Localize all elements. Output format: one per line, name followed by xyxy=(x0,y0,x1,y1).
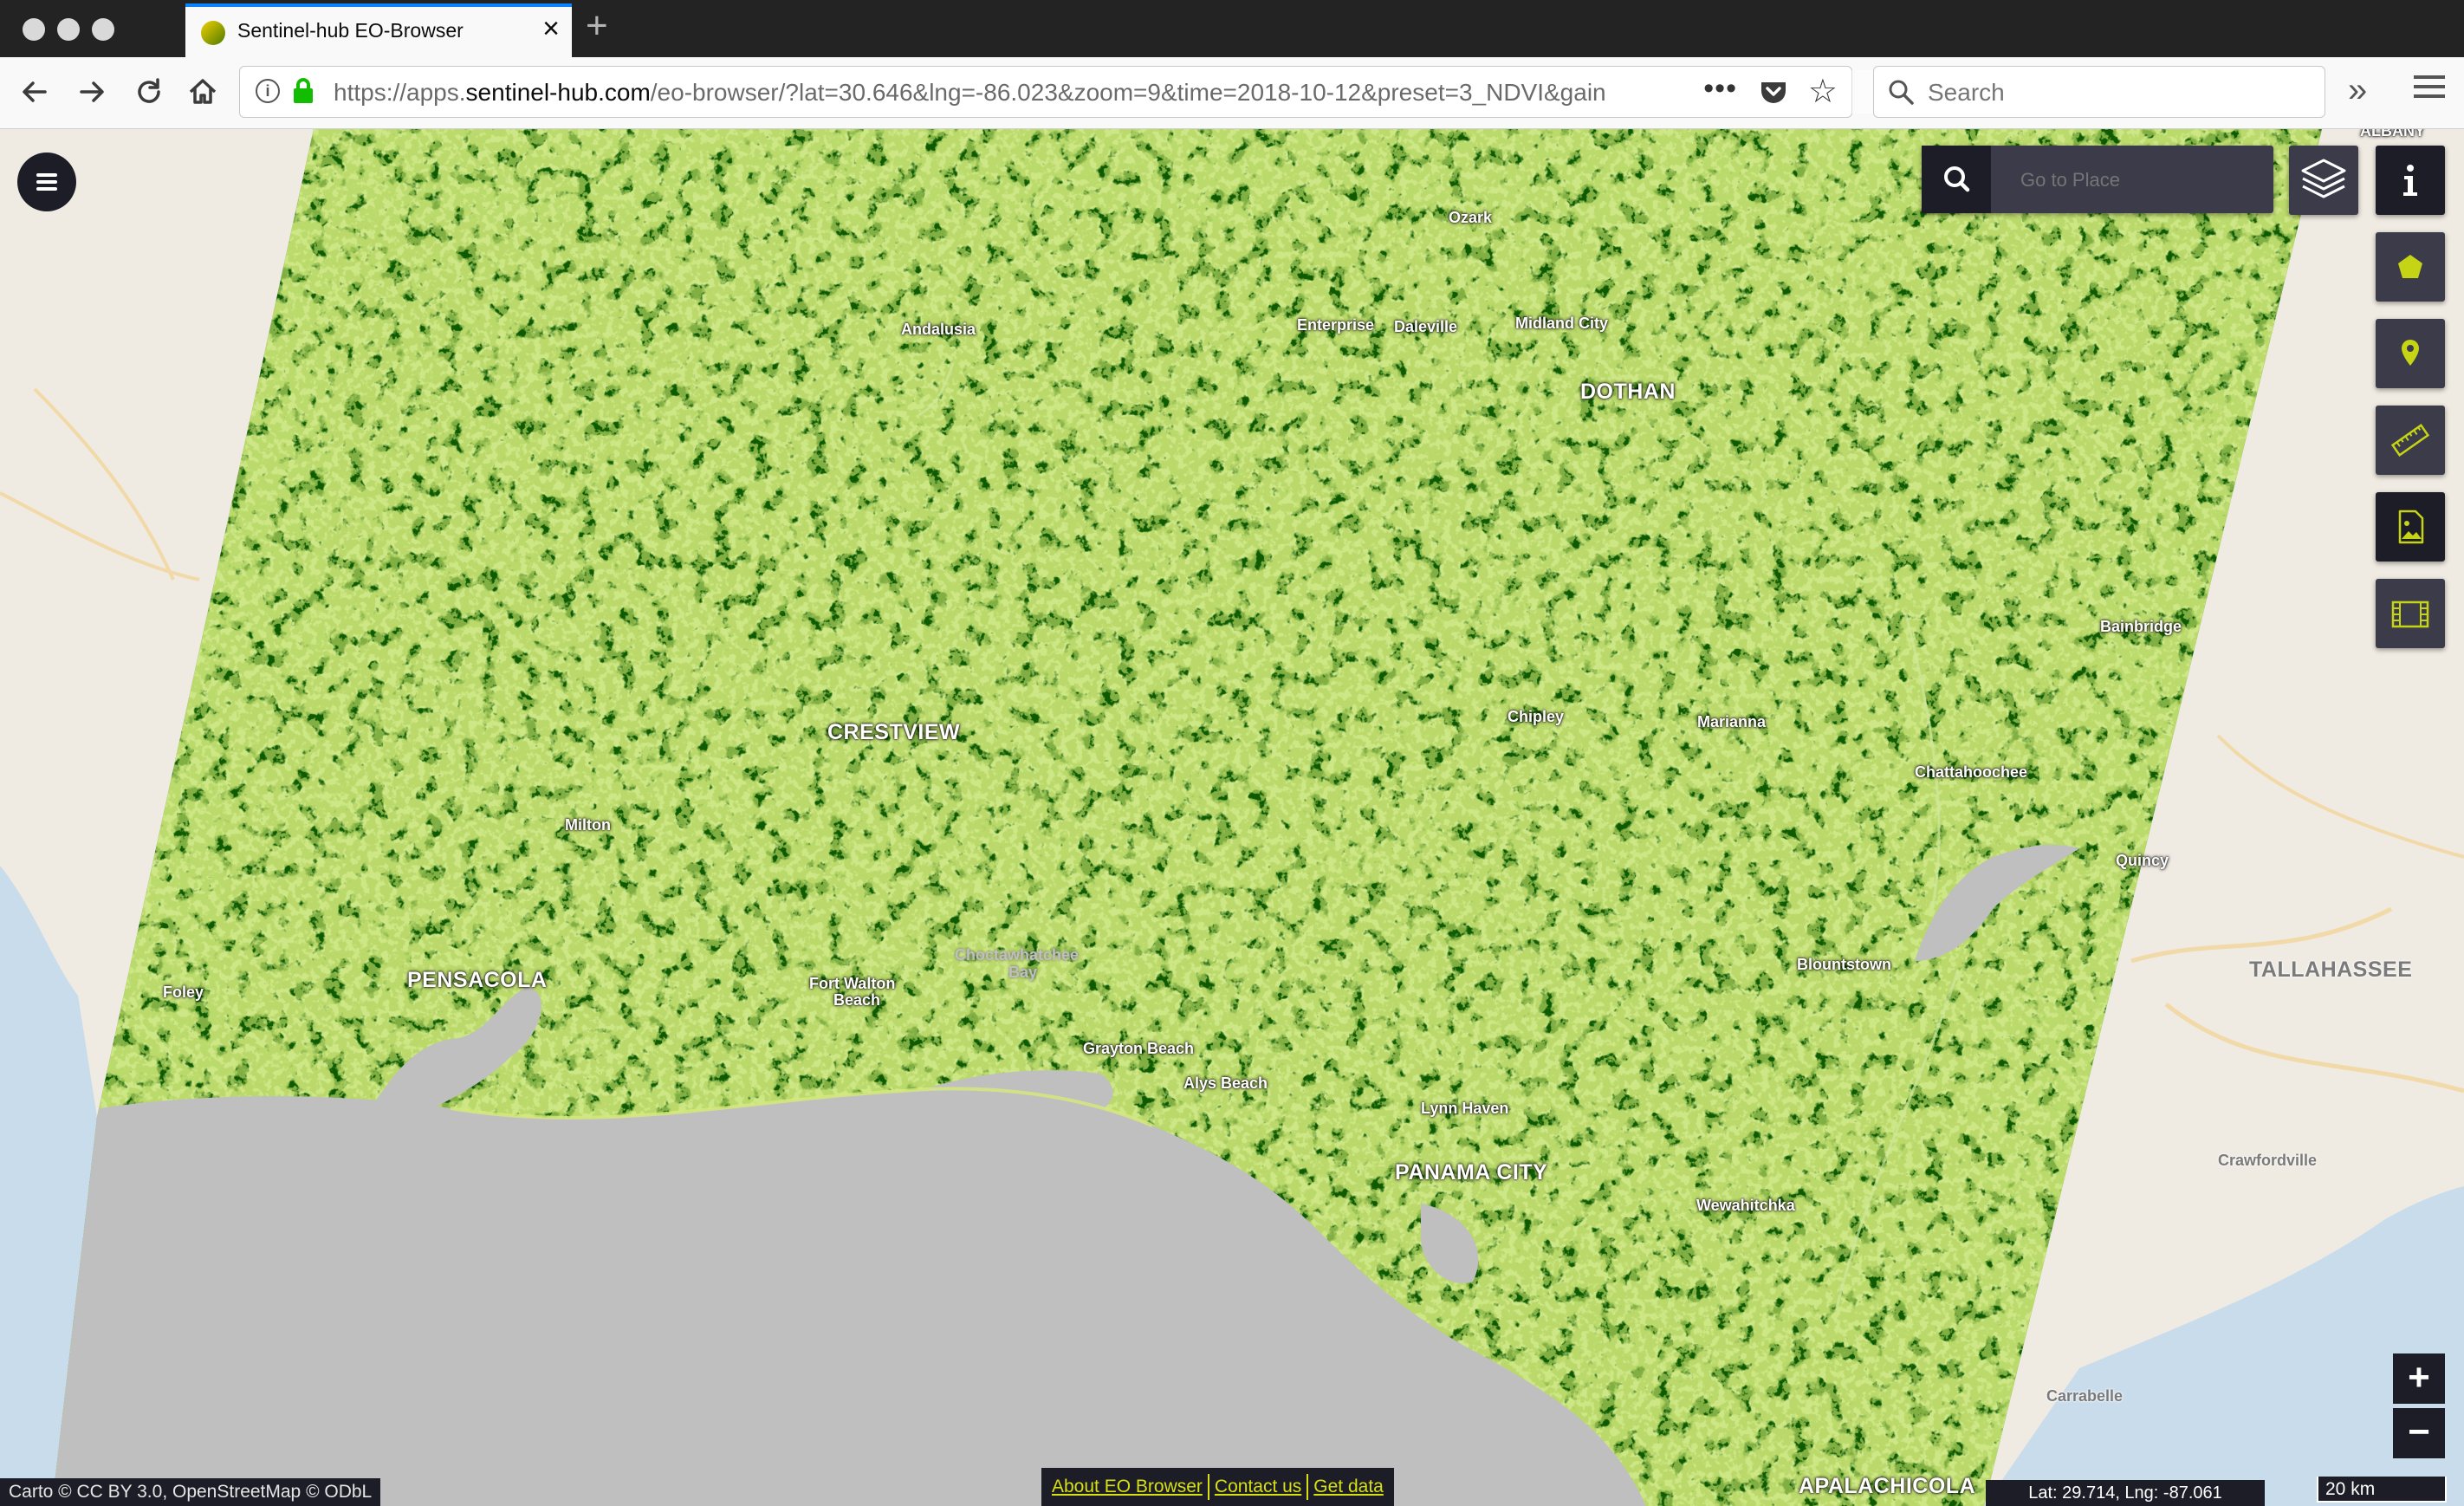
place-label: Beach xyxy=(833,991,881,1009)
site-info-icon[interactable]: i xyxy=(256,79,280,103)
measure-button[interactable] xyxy=(2376,406,2445,475)
browser-tab-bar: Sentinel-hub EO-Browser × + xyxy=(0,0,2464,57)
place-label: Ozark xyxy=(1449,209,1493,226)
secure-lock-icon[interactable] xyxy=(292,77,314,105)
map-pin-icon xyxy=(2402,340,2419,366)
place-label: Quincy xyxy=(2116,852,2169,869)
tab-close-icon[interactable]: × xyxy=(542,14,560,43)
window-close-button[interactable] xyxy=(23,18,45,41)
url-bar[interactable]: i https://apps.sentinel-hub.com/eo-brows… xyxy=(239,66,1955,118)
place-label: Alys Beach xyxy=(1183,1074,1268,1092)
film-strip-icon xyxy=(2391,600,2429,628)
cursor-coordinates: Lat: 29.714, Lng: -87.061 xyxy=(1986,1480,2265,1506)
place-label: Choctawhatchee xyxy=(955,946,1080,964)
reload-icon[interactable] xyxy=(132,75,166,109)
bookmark-star-icon[interactable]: ☆ xyxy=(1808,72,1838,111)
go-to-place-search-button[interactable] xyxy=(1922,146,1991,213)
place-label: Grayton Beach xyxy=(1083,1040,1195,1057)
draw-polygon-button[interactable] xyxy=(2376,232,2445,302)
layers-button[interactable] xyxy=(2289,146,2358,215)
place-label: Enterprise xyxy=(1297,316,1375,334)
place-label: CRESTVIEW xyxy=(827,720,961,744)
browser-search-bar[interactable] xyxy=(1873,66,2325,118)
map-attribution: Carto © CC BY 3.0, OpenStreetMap © ODbL xyxy=(0,1478,381,1506)
place-label: Blountstown xyxy=(1797,956,1891,973)
pentagon-icon xyxy=(2398,255,2422,278)
place-label: Crawfordville xyxy=(2218,1152,2318,1169)
info-button[interactable] xyxy=(2376,146,2445,215)
place-label: ALBANY xyxy=(2360,129,2425,140)
place-label: Fort Walton xyxy=(809,975,896,992)
contact-us-link[interactable]: Contact us xyxy=(1209,1477,1307,1497)
sentinel-hub-favicon-icon xyxy=(201,21,225,45)
place-label: TALLAHASSEE xyxy=(2249,957,2413,982)
place-label: Wewahitchka xyxy=(1696,1197,1795,1214)
info-icon xyxy=(2403,165,2417,196)
place-label: Carrabelle xyxy=(2046,1387,2124,1405)
search-icon xyxy=(1944,166,1970,192)
place-label: Midland City xyxy=(1515,315,1608,332)
place-label: Chipley xyxy=(1508,708,1565,725)
overflow-chevron-icon[interactable]: » xyxy=(2348,71,2367,110)
place-label: Andalusia xyxy=(901,321,976,338)
search-icon xyxy=(1889,80,1914,105)
app-menu-button[interactable] xyxy=(17,153,76,211)
window-zoom-button[interactable] xyxy=(92,18,114,41)
get-data-link[interactable]: Get data xyxy=(1308,1477,1389,1497)
place-label: PENSACOLA xyxy=(407,968,548,992)
zoom-out-button[interactable]: − xyxy=(2393,1408,2445,1458)
place-label: APALACHICOLA xyxy=(1799,1474,1976,1498)
go-to-place-search xyxy=(1922,146,2273,213)
pocket-icon[interactable] xyxy=(1760,79,1787,105)
place-label: Milton xyxy=(565,816,611,834)
forward-arrow-icon[interactable] xyxy=(75,75,109,109)
tab-title: Sentinel-hub EO-Browser xyxy=(237,19,464,42)
window-minimize-button[interactable] xyxy=(57,18,80,41)
place-label: Lynn Haven xyxy=(1421,1100,1509,1117)
browser-tab[interactable]: Sentinel-hub EO-Browser × xyxy=(185,3,572,57)
go-to-place-input[interactable] xyxy=(2019,165,2265,196)
layers-icon xyxy=(2301,159,2346,198)
place-label: Daleville xyxy=(1394,318,1458,335)
map-scale-bar: 20 km xyxy=(2317,1477,2447,1503)
place-label: DOTHAN xyxy=(1580,380,1676,404)
map-canvas[interactable]: Ozark Andalusia Enterprise Daleville Mid… xyxy=(0,129,2464,1506)
download-image-button[interactable] xyxy=(2376,492,2445,562)
timelapse-button[interactable] xyxy=(2376,579,2445,648)
zoom-in-button[interactable]: + xyxy=(2393,1353,2445,1404)
place-label: Chattahoochee xyxy=(1915,763,2028,781)
place-label: Marianna xyxy=(1697,713,1767,730)
new-tab-plus-icon[interactable]: + xyxy=(586,7,608,45)
place-label: Bainbridge xyxy=(2100,618,2182,635)
image-file-icon xyxy=(2398,510,2424,544)
ruler-icon xyxy=(2390,424,2430,457)
place-label: Foley xyxy=(163,983,204,1001)
about-eo-browser-link[interactable]: About EO Browser xyxy=(1047,1477,1208,1497)
hamburger-menu-icon[interactable] xyxy=(2414,69,2445,104)
home-icon[interactable] xyxy=(185,75,220,109)
place-marker-button[interactable] xyxy=(2376,319,2445,388)
url-text: https://apps.sentinel-hub.com/eo-browser… xyxy=(334,79,1606,106)
browser-nav-bar: i https://apps.sentinel-hub.com/eo-brows… xyxy=(0,57,2464,129)
page-actions-ellipsis-icon[interactable]: ••• xyxy=(1703,72,1737,106)
browser-search-input[interactable] xyxy=(1926,77,2311,108)
place-label: PANAMA CITY xyxy=(1395,1160,1548,1185)
footer-links: About EO Browser Contact us Get data xyxy=(1041,1468,1394,1506)
back-arrow-icon[interactable] xyxy=(17,75,52,109)
place-label: Bay xyxy=(1008,964,1038,981)
map-svg xyxy=(0,129,2464,1506)
